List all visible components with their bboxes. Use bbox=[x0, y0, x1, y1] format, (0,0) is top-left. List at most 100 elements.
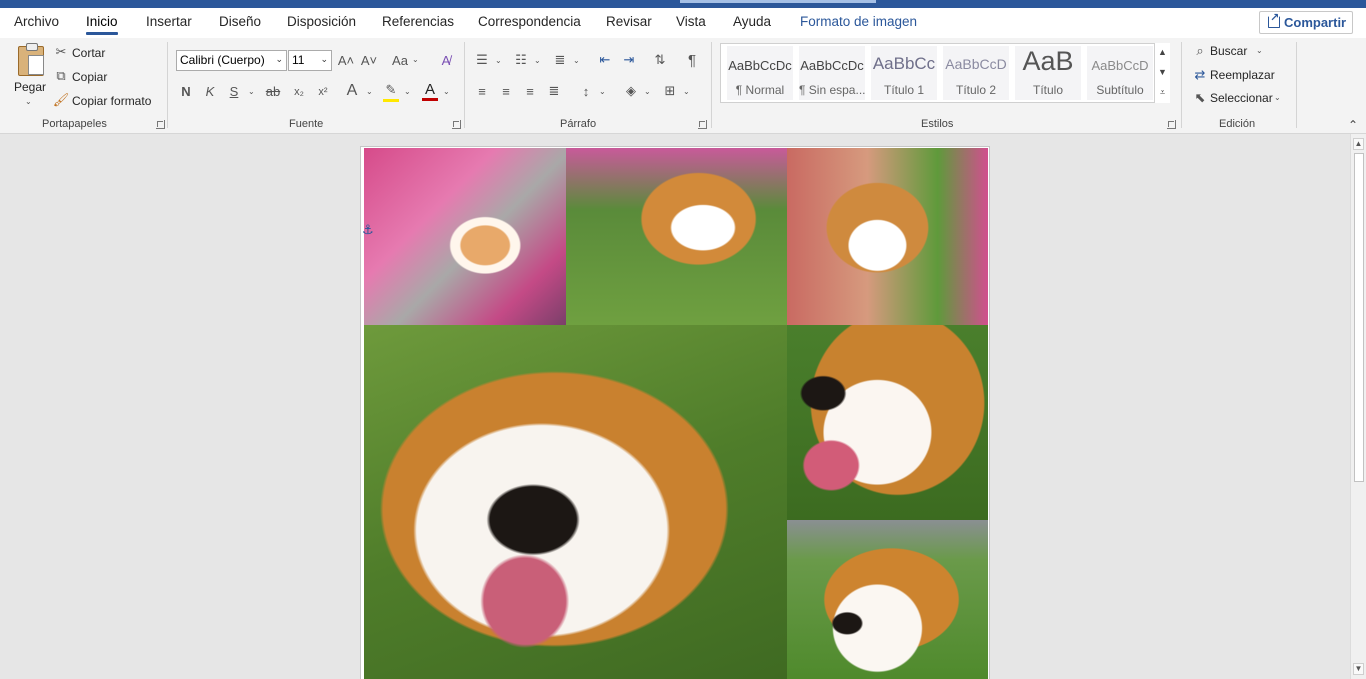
show-formatting-icon[interactable]: ¶ bbox=[683, 51, 701, 69]
style-titulo-1[interactable]: AaBbCc Título 1 bbox=[871, 46, 937, 100]
tab-insertar[interactable]: Insertar bbox=[146, 14, 192, 29]
grow-font-icon[interactable]: A˄ bbox=[337, 51, 355, 69]
chevron-down-icon[interactable]: ⌄ bbox=[573, 56, 580, 65]
group-label-clipboard: Portapapeles bbox=[42, 118, 107, 130]
style-titulo[interactable]: AaB Título bbox=[1015, 46, 1081, 100]
font-size-combobox[interactable]: 11 ⌄ bbox=[288, 50, 332, 71]
chevron-down-icon[interactable]: ⌄ bbox=[366, 87, 373, 96]
share-button[interactable]: Compartir bbox=[1259, 11, 1353, 34]
scroll-down-icon[interactable]: ▼ bbox=[1353, 663, 1364, 675]
chevron-down-icon[interactable]: ⌄ bbox=[248, 87, 255, 96]
title-bar-strip bbox=[0, 0, 1366, 8]
tab-inicio[interactable]: Inicio bbox=[86, 14, 118, 35]
strikethrough-icon[interactable]: ab bbox=[262, 82, 284, 100]
align-left-icon[interactable]: ≡ bbox=[473, 82, 491, 100]
select-button[interactable]: Seleccionar bbox=[1210, 91, 1273, 105]
group-separator bbox=[167, 42, 168, 128]
styles-scroll-down-icon[interactable]: ▼ bbox=[1154, 63, 1170, 83]
corgi-photo-4[interactable] bbox=[364, 325, 787, 679]
chevron-down-icon[interactable]: ⌄ bbox=[404, 87, 411, 96]
style-sin-espaciado[interactable]: AaBbCcDc ¶ Sin espa... bbox=[799, 46, 865, 100]
styles-scroll-up-icon[interactable]: ▲ bbox=[1154, 43, 1170, 63]
justify-icon[interactable]: ≣ bbox=[545, 82, 563, 100]
style-subtitulo[interactable]: AaBbCcD Subtítulo bbox=[1087, 46, 1153, 100]
clipboard-launcher-icon[interactable] bbox=[156, 120, 165, 129]
chevron-down-icon[interactable]: ⌄ bbox=[443, 87, 450, 96]
tab-archivo[interactable]: Archivo bbox=[14, 14, 59, 29]
style-titulo-2[interactable]: AaBbCcD Título 2 bbox=[943, 46, 1009, 100]
ribbon: Pegar ⌄ ✂ Cortar ⧉ Copiar 🖌 Copiar forma… bbox=[0, 38, 1366, 134]
increase-indent-icon[interactable]: ⇥ bbox=[620, 51, 638, 69]
chevron-down-icon[interactable]: ⌄ bbox=[644, 87, 651, 96]
align-center-icon[interactable]: ≡ bbox=[497, 82, 515, 100]
italic-icon[interactable]: K bbox=[202, 82, 218, 100]
chevron-down-icon[interactable]: ⌄ bbox=[1274, 93, 1281, 102]
cut-button[interactable]: Cortar bbox=[72, 46, 105, 60]
collapse-ribbon-icon[interactable]: ⌃ bbox=[1346, 118, 1360, 132]
paste-button[interactable]: Pegar bbox=[14, 80, 46, 94]
line-spacing-icon[interactable]: ↕ bbox=[577, 82, 595, 100]
font-color-icon[interactable]: A bbox=[420, 80, 440, 98]
font-name-combobox[interactable]: Calibri (Cuerpo) ⌄ bbox=[176, 50, 287, 71]
multilevel-list-icon[interactable]: ≣ bbox=[551, 51, 569, 69]
group-label-styles: Estilos bbox=[921, 118, 954, 130]
corgi-photo-3[interactable] bbox=[787, 148, 988, 325]
font-launcher-icon[interactable] bbox=[452, 120, 461, 129]
clear-formatting-icon[interactable]: A̸ bbox=[436, 50, 456, 70]
group-label-font: Fuente bbox=[289, 118, 324, 130]
replace-button[interactable]: Reemplazar bbox=[1210, 68, 1275, 82]
find-button[interactable]: Buscar bbox=[1210, 44, 1247, 58]
shrink-font-icon[interactable]: A˅ bbox=[360, 51, 378, 69]
tab-formato-imagen[interactable]: Formato de imagen bbox=[800, 14, 917, 29]
styles-more-icon[interactable]: ⩡ bbox=[1154, 83, 1170, 103]
paragraph-launcher-icon[interactable] bbox=[698, 120, 707, 129]
style-normal[interactable]: AaBbCcDc ¶ Normal bbox=[727, 46, 793, 100]
sort-icon[interactable]: ⇅ bbox=[651, 51, 669, 69]
align-right-icon[interactable]: ≡ bbox=[521, 82, 539, 100]
chevron-down-icon[interactable]: ⌄ bbox=[534, 56, 541, 65]
copy-button[interactable]: Copiar bbox=[72, 70, 107, 84]
chevron-down-icon[interactable]: ⌄ bbox=[495, 56, 502, 65]
tab-revisar[interactable]: Revisar bbox=[606, 14, 652, 29]
tab-vista[interactable]: Vista bbox=[676, 14, 706, 29]
numbering-icon[interactable]: ☷ bbox=[512, 51, 530, 69]
tab-correspondencia[interactable]: Correspondencia bbox=[478, 14, 581, 29]
anchor-icon[interactable]: ⚓ bbox=[362, 222, 374, 238]
highlight-icon[interactable]: ✎ bbox=[381, 81, 401, 99]
change-case-icon[interactable]: Aa bbox=[390, 51, 410, 69]
styles-gallery: AaBbCcDc ¶ Normal AaBbCcDc ¶ Sin espa...… bbox=[720, 43, 1170, 103]
tab-referencias[interactable]: Referencias bbox=[382, 14, 454, 29]
paste-dropdown-icon[interactable]: ⌄ bbox=[25, 97, 32, 106]
corgi-photo-5[interactable] bbox=[787, 325, 988, 520]
chevron-down-icon[interactable]: ⌄ bbox=[412, 55, 419, 64]
tab-diseno[interactable]: Diseño bbox=[219, 14, 261, 29]
chevron-down-icon[interactable]: ⌄ bbox=[1256, 46, 1263, 55]
text-effects-icon[interactable]: A bbox=[343, 81, 361, 101]
corgi-photo-2[interactable] bbox=[566, 148, 787, 325]
font-color-bar bbox=[422, 98, 438, 101]
shading-icon[interactable]: ◈ bbox=[622, 82, 640, 100]
scroll-up-icon[interactable]: ▲ bbox=[1353, 138, 1364, 150]
bullets-icon[interactable]: ☰ bbox=[473, 51, 491, 69]
decrease-indent-icon[interactable]: ⇤ bbox=[596, 51, 614, 69]
format-painter-button[interactable]: Copiar formato bbox=[72, 94, 151, 108]
paste-icon[interactable] bbox=[18, 43, 44, 76]
corgi-photo-6[interactable] bbox=[787, 520, 988, 679]
subscript-icon[interactable]: x₂ bbox=[290, 83, 308, 101]
superscript-icon[interactable]: x² bbox=[314, 83, 332, 101]
tab-ayuda[interactable]: Ayuda bbox=[733, 14, 771, 29]
chevron-down-icon[interactable]: ⌄ bbox=[599, 87, 606, 96]
underline-icon[interactable]: S bbox=[226, 82, 242, 100]
style-name: Título 2 bbox=[955, 83, 997, 97]
styles-launcher-icon[interactable] bbox=[1167, 120, 1176, 129]
scroll-thumb[interactable] bbox=[1354, 153, 1364, 482]
tab-disposicion[interactable]: Disposición bbox=[287, 14, 356, 29]
corgi-photo-1[interactable] bbox=[364, 148, 566, 325]
borders-icon[interactable]: ⊞ bbox=[661, 82, 679, 100]
style-preview: AaBbCcD bbox=[945, 56, 1007, 72]
style-name: Subtítulo bbox=[1096, 83, 1144, 97]
chevron-down-icon[interactable]: ⌄ bbox=[683, 87, 690, 96]
bold-icon[interactable]: N bbox=[178, 82, 194, 100]
chevron-down-icon: ⌄ bbox=[320, 54, 328, 64]
vertical-scrollbar[interactable]: ▲ ▼ bbox=[1350, 134, 1366, 679]
